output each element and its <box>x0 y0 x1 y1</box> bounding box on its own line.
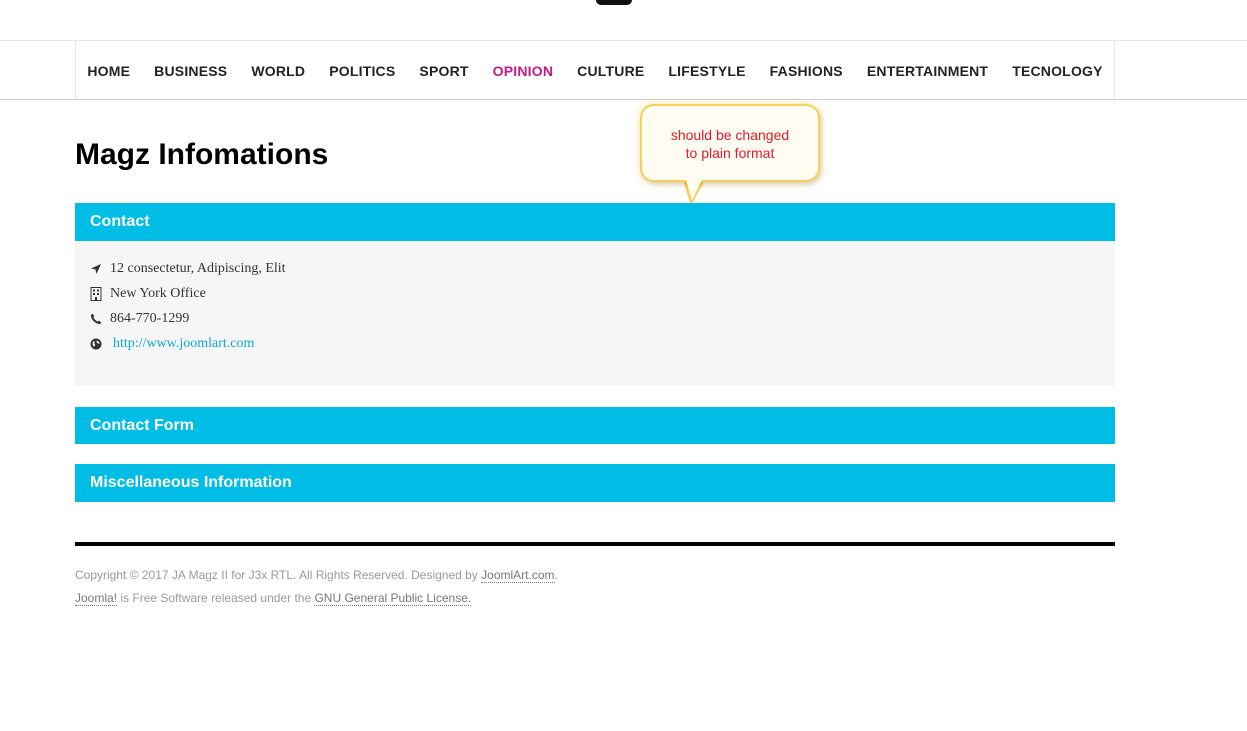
globe-icon <box>90 338 110 350</box>
contact-office: New York Office <box>110 285 206 301</box>
contact-panel-header[interactable]: Contact <box>75 203 1115 241</box>
nav-item-culture[interactable]: CULTURE <box>577 63 644 79</box>
nav-item-politics[interactable]: POLITICS <box>329 63 395 79</box>
contact-panel-body: 12 consectetur, Adipiscing, Elit New Yor… <box>75 241 1115 386</box>
license-text: is Free Software released under the <box>117 591 315 605</box>
nav-item-opinion[interactable]: OPINION <box>493 63 554 79</box>
phone-icon <box>90 313 110 325</box>
contact-form-panel-header[interactable]: Contact Form <box>75 407 1115 444</box>
nav-item-home[interactable]: HOME <box>87 63 130 79</box>
footer-divider <box>75 542 1115 546</box>
footer-copyright: Copyright © 2017 JA Magz II for J3x RTL.… <box>75 568 558 583</box>
nav-item-world[interactable]: WORLD <box>251 63 305 79</box>
nav-item-lifestyle[interactable]: LIFESTYLE <box>668 63 745 79</box>
footer-license: Joomla! is Free Software released under … <box>75 591 472 606</box>
contact-website-row: http://www.joomlart.com <box>90 331 1100 356</box>
contact-address: 12 consectetur, Adipiscing, Elit <box>110 260 286 276</box>
main-nav: HOME BUSINESS WORLD POLITICS SPORT OPINI… <box>0 40 1247 100</box>
joomla-link[interactable]: Joomla! <box>75 591 118 606</box>
page: HOME BUSINESS WORLD POLITICS SPORT OPINI… <box>0 0 1247 731</box>
nav-item-sport[interactable]: SPORT <box>419 63 468 79</box>
gpl-license-link[interactable]: GNU General Public License. <box>314 591 472 606</box>
misc-info-panel-header[interactable]: Miscellaneous Information <box>75 464 1115 502</box>
contact-website-link[interactable]: http://www.joomlart.com <box>113 336 254 352</box>
callout-line-2: to plain format <box>685 145 775 161</box>
nav-item-tecnology[interactable]: TECNOLOGY <box>1012 63 1102 79</box>
site-logo[interactable] <box>596 0 632 5</box>
nav-item-fashions[interactable]: FASHIONS <box>770 63 843 79</box>
copyright-suffix: . <box>554 568 558 582</box>
contact-phone: 864-770-1299 <box>110 310 190 326</box>
contact-office-row: New York Office <box>90 281 1100 306</box>
page-title: Magz Infomations <box>75 138 329 171</box>
location-arrow-icon <box>90 263 110 275</box>
callout-line-1: should be changed <box>670 127 790 143</box>
annotation-callout: should be changed to plain format <box>640 104 820 182</box>
callout-tail-fill <box>686 179 702 201</box>
nav-item-entertainment[interactable]: ENTERTAINMENT <box>867 63 988 79</box>
designer-link[interactable]: JoomlArt.com <box>481 568 555 583</box>
nav-item-business[interactable]: BUSINESS <box>154 63 227 79</box>
building-icon <box>90 286 110 301</box>
copyright-text: Copyright © 2017 JA Magz II for J3x RTL.… <box>75 568 482 582</box>
contact-phone-row: 864-770-1299 <box>90 306 1100 331</box>
contact-address-row: 12 consectetur, Adipiscing, Elit <box>90 256 1100 281</box>
main-nav-menu: HOME BUSINESS WORLD POLITICS SPORT OPINI… <box>75 41 1115 100</box>
